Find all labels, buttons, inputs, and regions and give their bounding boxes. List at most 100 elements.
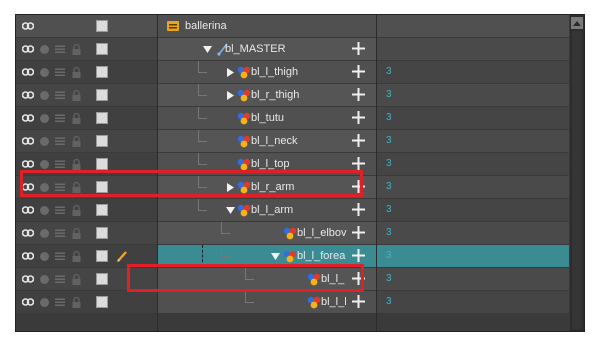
collapse-arrow-icon[interactable] xyxy=(270,251,281,262)
layer-row[interactable]: bl_l_l 3 xyxy=(16,291,569,313)
solo-icon[interactable] xyxy=(40,275,49,284)
scroll-up-icon[interactable] xyxy=(571,17,583,29)
layer-timeline-cell[interactable]: 3 xyxy=(376,153,569,175)
layer-color-swatch[interactable] xyxy=(96,296,108,308)
layer-name-cell[interactable]: bl_l_forea xyxy=(157,245,376,267)
layer-timeline-cell[interactable] xyxy=(376,38,569,60)
visibility-icon[interactable] xyxy=(22,67,34,77)
layer-name-cell[interactable]: bl_l_thigh xyxy=(157,61,376,83)
layer-row[interactable]: bl_r_thigh 3 xyxy=(16,84,569,106)
layer-color-swatch[interactable] xyxy=(96,112,108,124)
add-layer-icon[interactable] xyxy=(351,156,366,171)
lock-icon[interactable] xyxy=(72,159,81,170)
layer-color-swatch[interactable] xyxy=(96,181,108,193)
add-layer-icon[interactable] xyxy=(351,271,366,286)
onion-skin-icon[interactable] xyxy=(55,136,65,146)
onion-skin-icon[interactable] xyxy=(55,67,65,77)
lock-icon[interactable] xyxy=(72,113,81,124)
layer-row[interactable]: bl_l_arm 3 xyxy=(16,199,569,221)
expand-arrow-icon[interactable] xyxy=(225,90,236,101)
solo-icon[interactable] xyxy=(40,137,49,146)
layer-row[interactable]: bl_MASTER xyxy=(16,38,569,60)
add-layer-icon[interactable] xyxy=(351,41,366,56)
solo-icon[interactable] xyxy=(40,68,49,77)
add-layer-icon[interactable] xyxy=(351,179,366,194)
onion-skin-icon[interactable] xyxy=(55,90,65,100)
layer-name-cell[interactable]: bl_l_elbov xyxy=(157,222,376,244)
lock-icon[interactable] xyxy=(72,274,81,285)
layer-name-cell[interactable]: bl_l_top xyxy=(157,153,376,175)
onion-skin-icon[interactable] xyxy=(55,182,65,192)
solo-icon[interactable] xyxy=(40,252,49,261)
visibility-icon[interactable] xyxy=(22,182,34,192)
layer-color-swatch[interactable] xyxy=(96,66,108,78)
layer-name-cell[interactable]: bl_l_arm xyxy=(157,199,376,221)
visibility-icon[interactable] xyxy=(22,274,34,284)
layer-timeline-cell[interactable]: 3 xyxy=(376,291,569,313)
visibility-icon[interactable] xyxy=(22,159,34,169)
layer-row[interactable]: bl_l_neck 3 xyxy=(16,130,569,152)
layer-color-swatch[interactable] xyxy=(96,158,108,170)
expand-arrow-icon[interactable] xyxy=(225,182,236,193)
visibility-icon[interactable] xyxy=(22,228,34,238)
solo-icon[interactable] xyxy=(40,91,49,100)
layer-color-swatch[interactable] xyxy=(96,43,108,55)
solo-icon[interactable] xyxy=(40,229,49,238)
onion-skin-icon[interactable] xyxy=(55,251,65,261)
layer-row[interactable]: bl_l_thigh 3 xyxy=(16,61,569,83)
add-layer-icon[interactable] xyxy=(351,248,366,263)
visibility-icon[interactable] xyxy=(22,44,34,54)
layer-timeline-cell[interactable]: 3 xyxy=(376,107,569,129)
onion-skin-icon[interactable] xyxy=(55,44,65,54)
lock-icon[interactable] xyxy=(72,182,81,193)
lock-icon[interactable] xyxy=(72,251,81,262)
solo-icon[interactable] xyxy=(40,114,49,123)
layer-row[interactable]: bl_tutu 3 xyxy=(16,107,569,129)
onion-skin-icon[interactable] xyxy=(55,113,65,123)
solo-icon[interactable] xyxy=(40,298,49,307)
layer-row[interactable]: bl_l_top 3 xyxy=(16,153,569,175)
lock-icon[interactable] xyxy=(72,44,81,55)
layer-name-cell[interactable]: bl_l_ xyxy=(157,268,376,290)
onion-skin-icon[interactable] xyxy=(55,205,65,215)
layer-timeline-cell[interactable]: 3 xyxy=(376,199,569,221)
add-layer-icon[interactable] xyxy=(351,110,366,125)
layer-color-swatch[interactable] xyxy=(96,20,108,32)
visibility-icon[interactable] xyxy=(22,113,34,123)
layer-timeline-cell[interactable]: 3 xyxy=(376,176,569,198)
layer-row[interactable]: bl_l_forea 3 xyxy=(16,245,569,267)
onion-skin-icon[interactable] xyxy=(55,297,65,307)
lock-icon[interactable] xyxy=(72,297,81,308)
layer-color-swatch[interactable] xyxy=(96,250,108,262)
visibility-icon[interactable] xyxy=(22,21,34,31)
layer-color-swatch[interactable] xyxy=(96,89,108,101)
layer-timeline-cell[interactable]: 3 xyxy=(376,61,569,83)
layer-color-swatch[interactable] xyxy=(96,227,108,239)
onion-skin-icon[interactable] xyxy=(55,228,65,238)
lock-icon[interactable] xyxy=(72,90,81,101)
solo-icon[interactable] xyxy=(40,160,49,169)
onion-skin-icon[interactable] xyxy=(55,159,65,169)
layer-name-cell[interactable]: bl_tutu xyxy=(157,107,376,129)
layer-timeline-cell[interactable]: 3 xyxy=(376,222,569,244)
visibility-icon[interactable] xyxy=(22,205,34,215)
add-layer-icon[interactable] xyxy=(351,133,366,148)
layer-color-swatch[interactable] xyxy=(96,273,108,285)
layer-timeline-cell[interactable]: 3 xyxy=(376,130,569,152)
layer-name-cell[interactable]: bl_l_l xyxy=(157,291,376,313)
lock-icon[interactable] xyxy=(72,228,81,239)
add-layer-icon[interactable] xyxy=(351,202,366,217)
lock-icon[interactable] xyxy=(72,67,81,78)
header-row[interactable]: ballerina xyxy=(16,15,569,37)
layer-color-swatch[interactable] xyxy=(96,135,108,147)
layer-timeline-cell[interactable]: 3 xyxy=(376,245,569,267)
onion-skin-icon[interactable] xyxy=(55,274,65,284)
scrollbar-track[interactable] xyxy=(572,31,582,329)
layer-row[interactable]: bl_l_ 3 xyxy=(16,268,569,290)
add-layer-icon[interactable] xyxy=(351,87,366,102)
layer-name-cell[interactable]: bl_r_thigh xyxy=(157,84,376,106)
vertical-scrollbar[interactable] xyxy=(570,15,584,331)
visibility-icon[interactable] xyxy=(22,90,34,100)
layer-name-cell[interactable]: bl_l_neck xyxy=(157,130,376,152)
lock-icon[interactable] xyxy=(72,136,81,147)
